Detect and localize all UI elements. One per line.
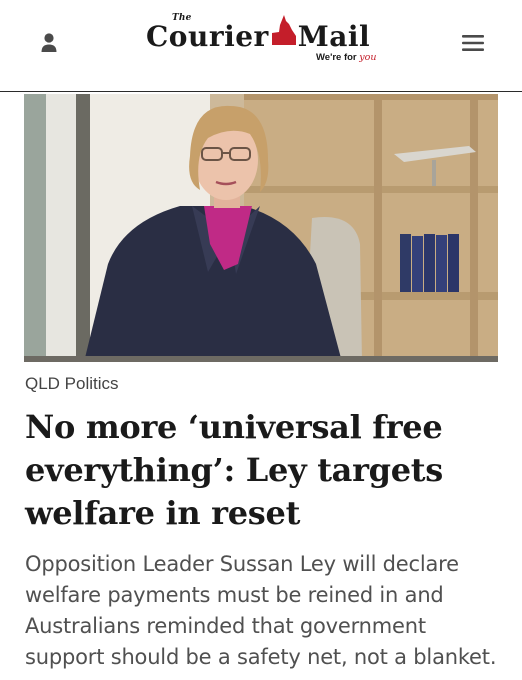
logo-tagline: We're for you — [316, 52, 376, 63]
hamburger-menu-icon — [462, 35, 484, 51]
category-link[interactable]: QLD Politics — [25, 374, 119, 394]
logo-word-courier: Courier — [146, 20, 269, 53]
hero-photo-illustration — [24, 94, 498, 362]
logo-tagline-prefix: We're for — [316, 52, 360, 63]
account-button[interactable] — [36, 30, 62, 56]
queensland-map-icon — [271, 15, 296, 45]
person-icon — [41, 33, 57, 52]
article-headline[interactable]: No more ‘universal free everything’: Ley… — [25, 406, 495, 535]
logo-tagline-script: you — [359, 52, 377, 63]
site-header: The Courier Mail We're for you — [0, 0, 522, 92]
menu-button[interactable] — [460, 30, 486, 56]
logo-wordmark: Courier Mail — [146, 14, 370, 54]
logo-word-mail: Mail — [297, 20, 371, 53]
site-logo[interactable]: The Courier Mail We're for you — [146, 10, 378, 68]
hero-image[interactable] — [24, 94, 498, 362]
article-standfirst: Opposition Leader Sussan Ley will declar… — [25, 552, 497, 669]
